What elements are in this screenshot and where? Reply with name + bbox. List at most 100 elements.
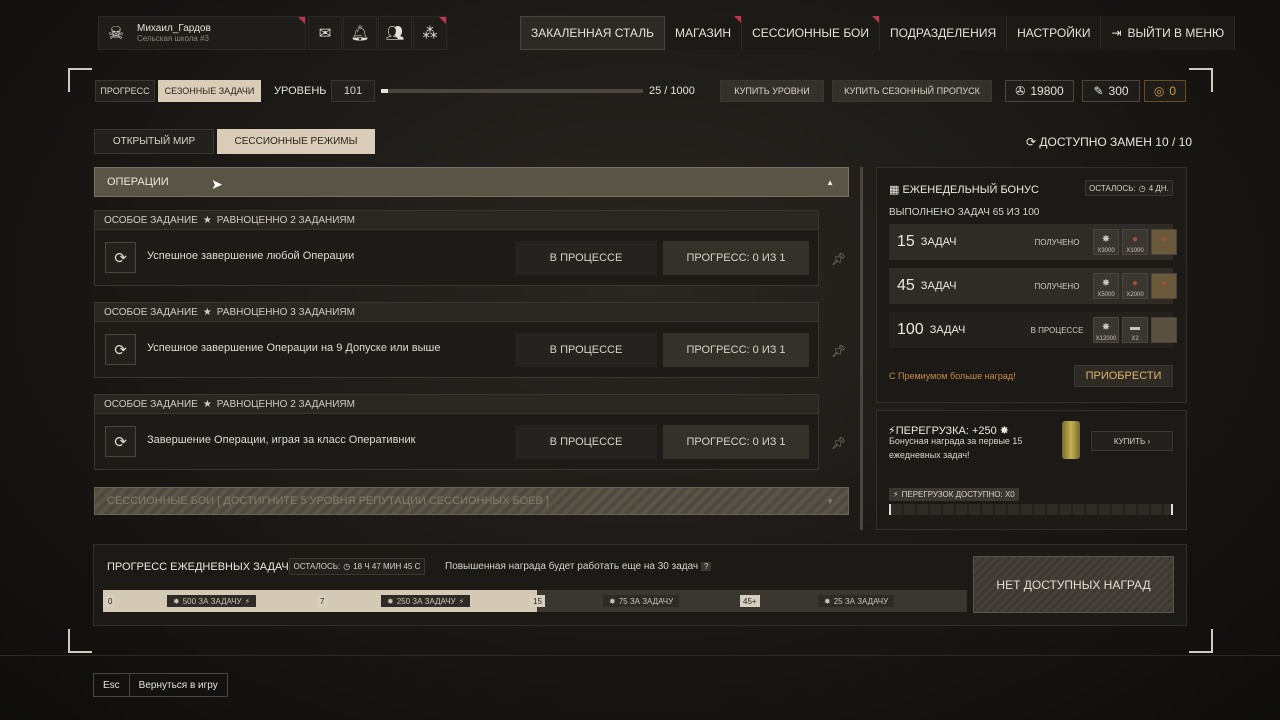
tab-session-modes[interactable]: Сессионные режимы	[217, 129, 375, 154]
section-operations[interactable]: Операции ▲	[94, 167, 849, 197]
pin-icon[interactable]: 📌︎	[831, 344, 846, 358]
notification-marker	[734, 16, 742, 23]
info-icon[interactable]: ?	[700, 562, 712, 571]
reward-crate-icon: ●	[1151, 273, 1177, 299]
weekly-done: Выполнено задач 65 из 100	[889, 207, 1040, 218]
weekly-row: 45 задач Получено ✸ x5000 ● x2000 ●	[889, 268, 1177, 304]
row-count: 15	[897, 233, 915, 250]
milestone-reward: ✸ 25 за задачу	[818, 595, 895, 607]
task-type: Особое задание	[104, 214, 198, 226]
tab-open-world[interactable]: Открытый мир	[94, 129, 214, 154]
reward-crate-icon: ●	[1151, 229, 1177, 255]
tab-progress[interactable]: Прогресс	[95, 80, 155, 102]
reward-item: ✸ x12000	[1093, 317, 1119, 343]
nav-exit-label: Выйти в меню	[1127, 26, 1225, 40]
reward-item: ✸ x5000	[1093, 273, 1119, 299]
player-subtitle: Сельская школа #3	[137, 34, 209, 43]
refresh-icon: ⟳	[114, 433, 127, 451]
overload-meter	[889, 504, 1173, 515]
no-rewards-button[interactable]: Нет доступных наград	[973, 556, 1174, 613]
remaining-label: Осталось:	[1089, 183, 1136, 193]
level-progress-fill	[381, 89, 388, 93]
overload-buy-button[interactable]: Купить ›	[1091, 431, 1173, 451]
pin-icon[interactable]: 📌︎	[831, 252, 846, 266]
buy-levels-button[interactable]: Купить уровни	[720, 80, 824, 102]
nav-settings[interactable]: Настройки	[1007, 16, 1102, 50]
feather-icon: ✎	[1093, 84, 1104, 98]
star-burst-icon: ✸	[824, 596, 831, 606]
remaining-time: 4 дн.	[1148, 183, 1169, 193]
player-profile[interactable]: ☠ Михаил_Гардов Сельская школа #3	[98, 16, 306, 50]
feathers-counter: ✎ 300	[1082, 80, 1140, 102]
friends-button[interactable]: 👥︎	[378, 16, 412, 50]
notifications-button[interactable]: 🔔︎	[343, 16, 377, 50]
star-burst-icon: ✸	[609, 596, 616, 606]
daily-track: 0 ✸ 500 за задачу ⚡ 7 ✸ 250 за задачу ⚡ 15 ✸…	[103, 590, 967, 612]
replace-task-button[interactable]: ⟳	[105, 334, 136, 365]
milestone-marker: 45+	[740, 595, 760, 607]
friends-icon: 👥︎	[385, 25, 405, 42]
weekly-title: ▦ Еженедельный бонус	[889, 183, 1039, 196]
mail-button[interactable]: ✉	[308, 16, 342, 50]
orb-icon: ●	[1131, 234, 1139, 245]
task-type: Особое задание	[104, 398, 198, 410]
premium-note: С Премиумом больше наград!	[889, 371, 1016, 381]
nav-shop[interactable]: Магазин	[664, 16, 743, 50]
replace-task-button[interactable]: ⟳	[105, 426, 136, 457]
refresh-icon: ⟳	[1026, 135, 1037, 149]
milestone-marker: 7	[317, 595, 328, 607]
orb-icon: ●	[1131, 278, 1139, 289]
star-burst-icon: ✸	[1101, 278, 1111, 289]
task-progress: Прогресс: 0 из 1	[663, 425, 809, 459]
envelope-icon: ✉	[318, 25, 332, 42]
orb-icon: ●	[1160, 234, 1168, 245]
section-locked-label: Сессионные бои [ Достигните 5 уровня реп…	[107, 495, 549, 507]
nav-session-battles[interactable]: Сессионные бои	[742, 16, 881, 50]
task-header: Особое задание ★ Равноценно 2 заданиям	[94, 394, 819, 414]
back-to-game-label: Вернуться в игру	[138, 679, 218, 691]
replace-task-button[interactable]: ⟳	[105, 242, 136, 273]
star-icon: ★	[202, 306, 212, 318]
clock-icon: ◷	[343, 562, 351, 571]
star-burst-icon: ✸	[1101, 322, 1111, 333]
purchase-premium-button[interactable]: Приобрести	[1074, 365, 1173, 387]
reward-text: 250 за задачу	[396, 596, 456, 606]
task-list-scrollbar[interactable]	[860, 167, 863, 530]
task-status: В процессе	[515, 425, 657, 459]
replacements-text: Доступно замен 10 / 10	[1039, 135, 1192, 149]
row-status: Получено	[1034, 237, 1080, 247]
overload-desc-1: Бонусная награда за первые 15	[889, 436, 1023, 446]
star-burst-icon: ✸	[173, 596, 180, 606]
level-progress-text: 25 / 1000	[649, 85, 695, 97]
row-count: 45	[897, 277, 915, 294]
row-status: В процессе	[1030, 325, 1084, 335]
esc-back-button[interactable]: Esc Вернуться в игру	[93, 673, 228, 697]
task-description: Завершение Операции, играя за класс Опер…	[147, 434, 416, 446]
nav-exit-menu[interactable]: ⇥ Выйти в меню	[1101, 16, 1236, 50]
reward-text: 500 за задачу	[182, 596, 242, 606]
refresh-icon: ⟳	[114, 341, 127, 359]
pin-icon[interactable]: 📌︎	[831, 436, 846, 450]
tab-seasonal-tasks[interactable]: Сезонные задачи	[158, 80, 261, 102]
buy-season-pass-button[interactable]: Купить сезонный пропуск	[832, 80, 992, 102]
frame-corner	[1189, 68, 1213, 92]
task-type: Особое задание	[104, 306, 198, 318]
ammo-icon: ▬	[1130, 322, 1140, 333]
nav-divisions[interactable]: Подразделения	[880, 16, 1008, 50]
chevron-down-icon: ▼	[826, 496, 834, 506]
notification-marker	[439, 17, 446, 24]
task-equivalent: Равноценно 2 заданиям	[216, 398, 355, 410]
star-icon: ★	[202, 214, 212, 226]
notification-marker	[298, 17, 305, 24]
nav-hardened-steel[interactable]: Закаленная сталь	[520, 16, 665, 50]
task-equivalent: Равноценно 2 заданиям	[216, 214, 355, 226]
replacements-available: ⟳ Доступно замен 10 / 10	[1026, 135, 1192, 149]
task-status: В процессе	[515, 241, 657, 275]
credits-counter: ✇ 19800	[1005, 80, 1074, 102]
film-reel-icon: ✇	[1015, 84, 1026, 98]
star-burst-icon: ✸	[387, 596, 394, 606]
squad-button[interactable]: ⁂	[413, 16, 447, 50]
milestone-marker: 15	[530, 595, 545, 607]
mouse-cursor: ➤	[211, 176, 223, 192]
milestone-reward: ✸ 500 за задачу ⚡	[167, 595, 257, 607]
